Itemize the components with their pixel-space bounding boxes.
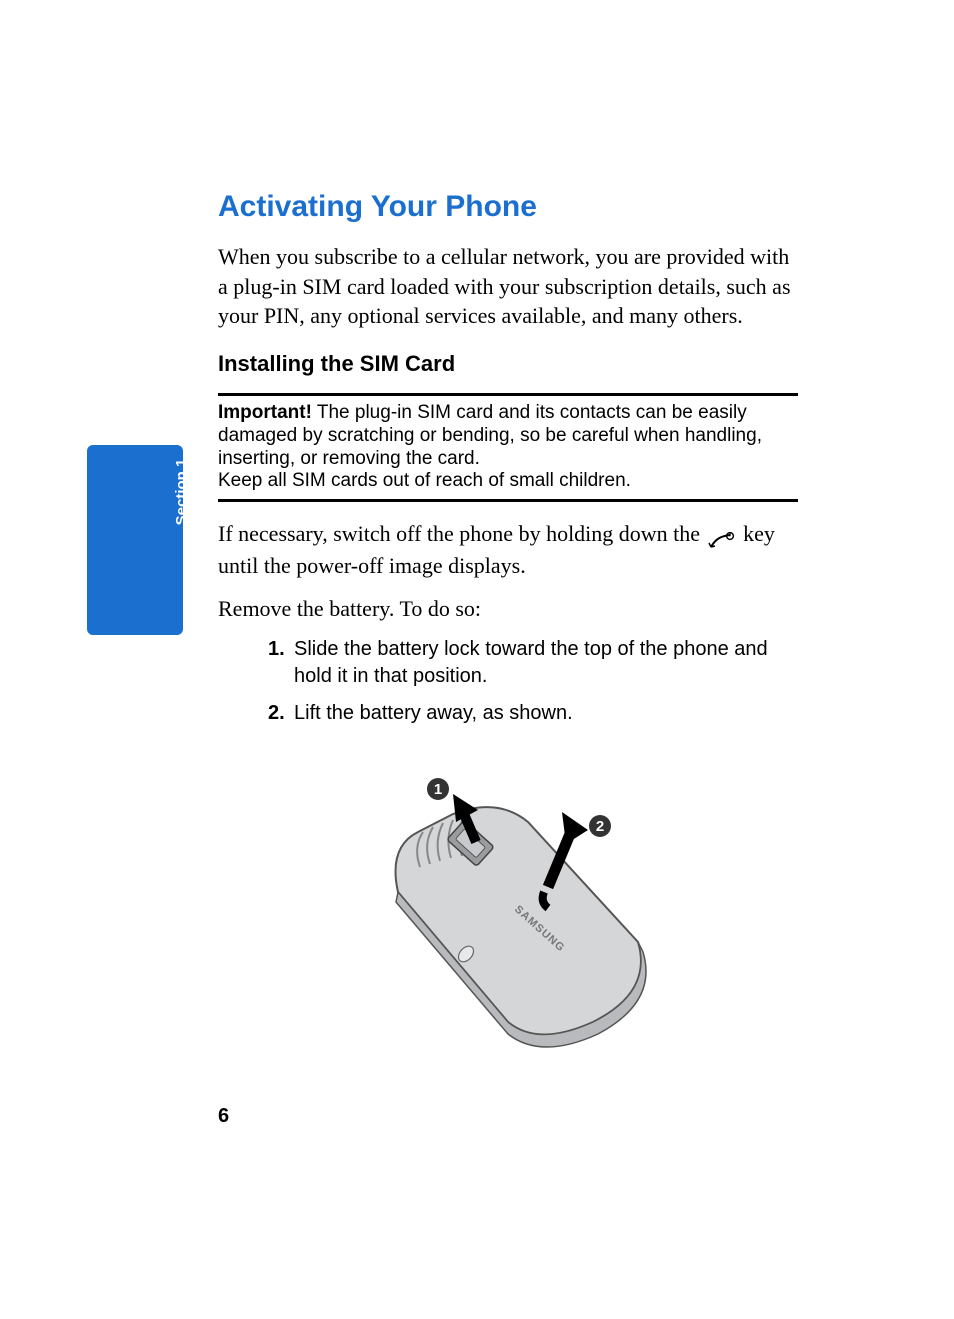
important-lead: Important! <box>218 402 312 423</box>
step-number: 1. <box>268 636 294 690</box>
step-text: Slide the battery lock toward the top of… <box>294 636 798 690</box>
steps-list: 1. Slide the battery lock toward the top… <box>218 636 798 727</box>
figure-callout-2: 2 <box>596 818 604 835</box>
list-item: 1. Slide the battery lock toward the top… <box>268 636 798 690</box>
switch-off-before: If necessary, switch off the phone by ho… <box>218 521 706 546</box>
important-text2: Keep all SIM cards out of reach of small… <box>218 470 631 491</box>
section-tab: Section 1 <box>87 445 183 635</box>
switch-off-instruction: If necessary, switch off the phone by ho… <box>218 518 798 582</box>
list-item: 2. Lift the battery away, as shown. <box>268 700 798 727</box>
page-number: 6 <box>218 1105 229 1128</box>
figure-callout-1: 1 <box>434 781 442 798</box>
intro-paragraph: When you subscribe to a cellular network… <box>218 242 798 331</box>
remove-battery-line: Remove the battery. To do so: <box>218 596 798 622</box>
phone-battery-figure: SAMSUNG 1 <box>218 772 798 1057</box>
page-heading: Activating Your Phone <box>218 190 798 224</box>
important-callout: Important! The plug-in SIM card and its … <box>218 393 798 502</box>
step-number: 2. <box>268 700 294 727</box>
section-tab-label: Section 1 <box>133 397 229 587</box>
section-subheading: Installing the SIM Card <box>218 351 798 377</box>
page: Section 1 Activating Your Phone When you… <box>0 0 954 1319</box>
step-text: Lift the battery away, as shown. <box>294 700 573 727</box>
content-area: Activating Your Phone When you subscribe… <box>218 190 798 1057</box>
power-key-icon <box>708 527 736 545</box>
